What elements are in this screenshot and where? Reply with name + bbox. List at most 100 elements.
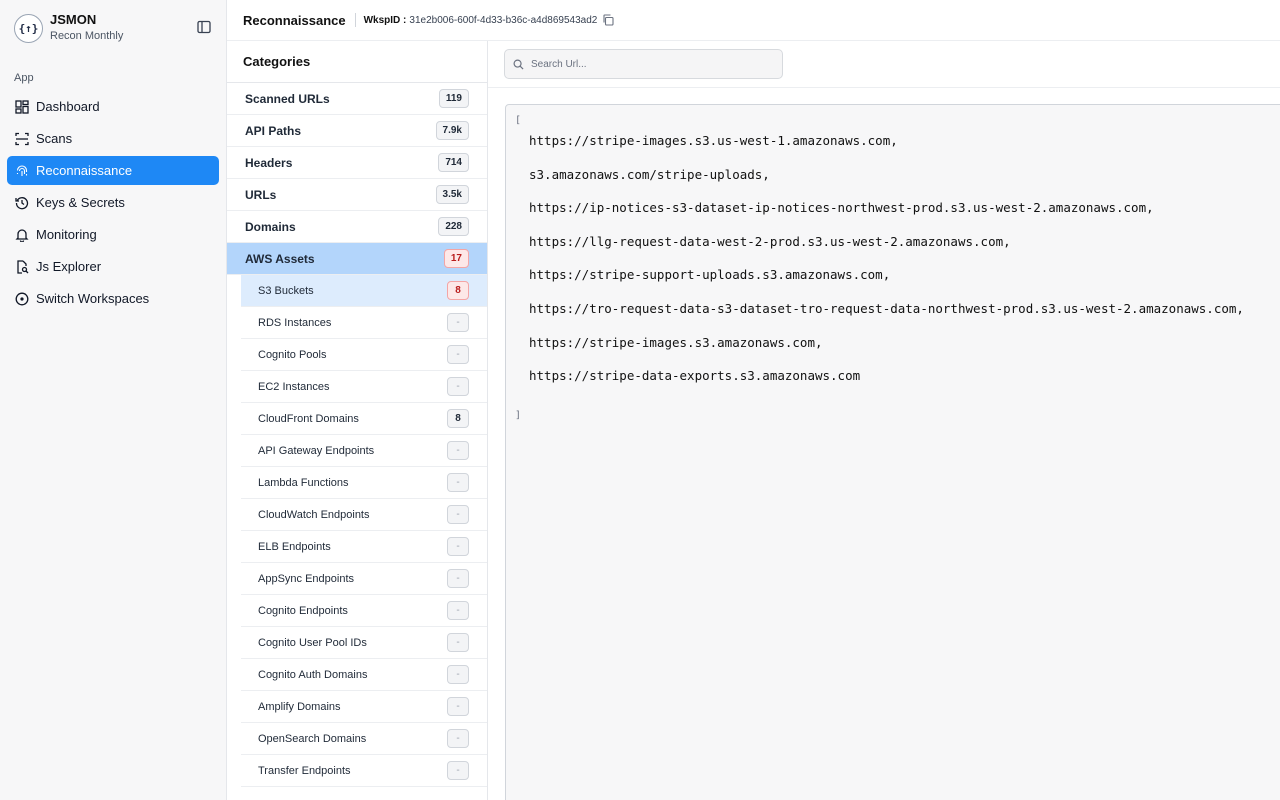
search-icon: [513, 59, 524, 70]
subcategory-label: Cognito Auth Domains: [258, 668, 368, 681]
subcategory-api-gateway-endpoints[interactable]: API Gateway Endpoints -: [241, 435, 487, 467]
subcategory-cognito-endpoints[interactable]: Cognito Endpoints -: [241, 595, 487, 627]
sidebar-item-label: Reconnaissance: [36, 163, 133, 178]
subcategory-label: EC2 Instances: [258, 380, 330, 393]
count-badge: -: [447, 345, 469, 364]
sidebar-item-switch-workspaces[interactable]: Switch Workspaces: [7, 284, 219, 313]
subcategory-label: Cognito Endpoints: [258, 604, 348, 617]
divider: [354, 13, 356, 27]
url-results-viewer[interactable]: [ https://stripe-images.s3.us-west-1.ama…: [505, 104, 1280, 800]
subcategory-label: Amplify Domains: [258, 700, 341, 713]
category-urls[interactable]: URLs 3.5k: [227, 179, 487, 211]
subcategory-ec2-instances[interactable]: EC2 Instances -: [241, 371, 487, 403]
count-badge: -: [447, 441, 469, 460]
subcategory-label: OpenSearch Domains: [258, 732, 367, 745]
count-badge: -: [447, 601, 469, 620]
subcategory-label: API Gateway Endpoints: [258, 444, 375, 457]
count-badge: -: [447, 473, 469, 492]
file-search-icon: [17, 259, 29, 274]
search-box[interactable]: [504, 49, 783, 79]
workspace-id-value: 31e2b006-600f-4d33-b36c-a4d869543ad2: [409, 14, 598, 26]
sidebar: {↑} JSMON Recon Monthly App Dashboard Sc…: [0, 0, 227, 800]
sidebar-item-monitoring[interactable]: Monitoring: [7, 220, 219, 249]
url-item: https://stripe-support-uploads.s3.amazon…: [529, 267, 891, 282]
sidebar-toggle-icon[interactable]: [196, 19, 212, 35]
url-item: https://ip-notices-s3-dataset-ip-notices…: [529, 200, 1154, 215]
count-badge: 8: [447, 409, 469, 428]
count-badge: -: [447, 729, 469, 748]
subcategory-cloudwatch-endpoints[interactable]: CloudWatch Endpoints -: [241, 499, 487, 531]
subcategory-label: CloudWatch Endpoints: [258, 508, 370, 521]
category-label: API Paths: [245, 123, 302, 138]
sidebar-item-label: Dashboard: [36, 99, 100, 114]
category-label: AWS Assets: [245, 251, 315, 266]
category-api-paths[interactable]: API Paths 7.9k: [227, 115, 487, 147]
count-badge: -: [447, 505, 469, 524]
subcategory-transfer-endpoints[interactable]: Transfer Endpoints -: [241, 755, 487, 787]
count-badge: -: [447, 569, 469, 588]
url-item: https://stripe-images.s3.us-west-1.amazo…: [529, 133, 898, 148]
json-close-bracket: ]: [515, 410, 522, 421]
category-domains[interactable]: Domains 228: [227, 211, 487, 243]
fingerprint-icon: [16, 164, 28, 176]
subcategory-label: Cognito Pools: [258, 348, 327, 361]
workspace-brand[interactable]: {↑} JSMON Recon Monthly: [14, 12, 123, 44]
count-badge: 8: [447, 281, 469, 300]
count-badge: 714: [438, 153, 469, 172]
divider: [488, 87, 1280, 88]
subcategory-label: AppSync Endpoints: [258, 572, 355, 585]
sidebar-item-js-explorer[interactable]: Js Explorer: [7, 252, 219, 281]
subcategory-elb-endpoints[interactable]: ELB Endpoints -: [241, 531, 487, 563]
subcategory-cloudfront-domains[interactable]: CloudFront Domains 8: [241, 403, 487, 435]
count-badge: 119: [438, 89, 469, 108]
subcategory-appsync-endpoints[interactable]: AppSync Endpoints -: [241, 563, 487, 595]
subcategory-label: CloudFront Domains: [258, 412, 359, 425]
results-area: [ https://stripe-images.s3.us-west-1.ama…: [488, 41, 1280, 800]
sidebar-item-reconnaissance[interactable]: Reconnaissance: [7, 156, 219, 185]
count-badge: -: [447, 377, 469, 396]
copy-icon[interactable]: [602, 14, 614, 26]
category-label: Headers: [245, 155, 293, 170]
categories-panel: Categories Scanned URLs 119 API Paths 7.…: [227, 41, 488, 800]
sidebar-item-label: Scans: [36, 131, 73, 146]
url-item: https://llg-request-data-west-2-prod.s3.…: [529, 234, 1011, 249]
sidebar-item-label: Monitoring: [36, 227, 97, 242]
count-badge: -: [447, 313, 469, 332]
category-label: URLs: [245, 187, 277, 202]
subcategory-cognito-auth-domains[interactable]: Cognito Auth Domains -: [241, 659, 487, 691]
sidebar-item-label: Js Explorer: [36, 259, 102, 274]
subcategory-label: Transfer Endpoints: [258, 764, 351, 777]
subcategory-rds-instances[interactable]: RDS Instances -: [241, 307, 487, 339]
sidebar-nav: Dashboard Scans Reconnaissance Keys & Se…: [7, 92, 219, 316]
subcategory-cognito-pools[interactable]: Cognito Pools -: [241, 339, 487, 371]
category-label: Domains: [245, 219, 296, 234]
sidebar-item-keys-secrets[interactable]: Keys & Secrets: [7, 188, 219, 217]
scan-icon: [15, 132, 29, 145]
subcategory-amplify-domains[interactable]: Amplify Domains -: [241, 691, 487, 723]
category-headers[interactable]: Headers 714: [227, 147, 487, 179]
count-badge: -: [447, 665, 469, 684]
workspace-id-label: WkspID :: [363, 14, 407, 26]
sidebar-item-scans[interactable]: Scans: [7, 124, 219, 153]
sidebar-item-dashboard[interactable]: Dashboard: [7, 92, 219, 121]
category-aws-assets[interactable]: AWS Assets 17: [227, 243, 487, 275]
count-badge: 3.5k: [435, 185, 469, 204]
brand-name: JSMON: [50, 12, 97, 27]
logo: {↑}: [14, 13, 43, 43]
subcategory-opensearch-domains[interactable]: OpenSearch Domains -: [241, 723, 487, 755]
top-bar: Reconnaissance WkspID : 31e2b006-600f-4d…: [227, 0, 1280, 41]
subcategory-label: Lambda Functions: [258, 476, 349, 489]
subcategory-label: RDS Instances: [258, 316, 332, 329]
count-badge: -: [447, 761, 469, 780]
subcategory-s3-buckets[interactable]: S3 Buckets 8: [241, 275, 487, 307]
dashboard-icon: [15, 99, 29, 114]
json-open-bracket: [: [515, 115, 522, 126]
url-item: s3.amazonaws.com/stripe-uploads,: [529, 167, 770, 182]
category-scanned-urls[interactable]: Scanned URLs 119: [227, 83, 487, 115]
search-input[interactable]: [531, 58, 771, 70]
count-badge: -: [447, 633, 469, 652]
subcategory-cognito-user-pool-ids[interactable]: Cognito User Pool IDs -: [241, 627, 487, 659]
url-item: https://stripe-images.s3.amazonaws.com,: [529, 335, 823, 350]
subcategory-lambda-functions[interactable]: Lambda Functions -: [241, 467, 487, 499]
category-label: Scanned URLs: [245, 91, 330, 106]
